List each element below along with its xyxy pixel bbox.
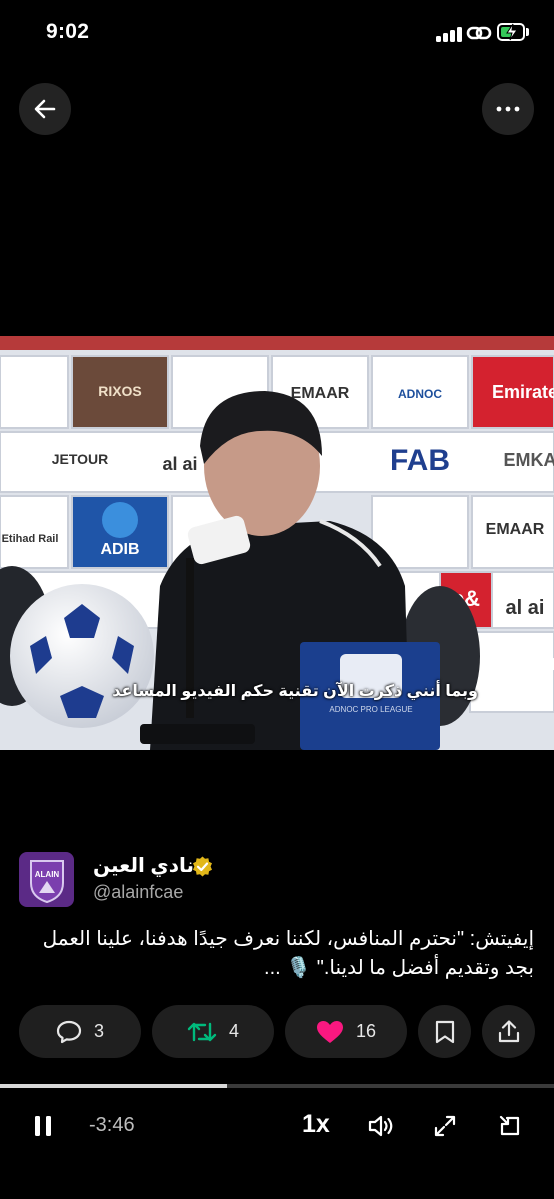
playback-speed-button[interactable]: 1x bbox=[302, 1110, 330, 1139]
repost-button[interactable]: 4 bbox=[152, 1005, 274, 1058]
svg-text:al ai: al ai bbox=[506, 597, 545, 619]
heart-icon bbox=[316, 1020, 343, 1043]
repost-count: 4 bbox=[228, 1021, 239, 1041]
reply-button[interactable]: 3 bbox=[19, 1005, 141, 1058]
time-remaining: -3:46 bbox=[89, 1114, 135, 1136]
bookmark-button[interactable] bbox=[418, 1005, 471, 1058]
pause-icon bbox=[35, 1116, 51, 1136]
battery-icon bbox=[497, 23, 525, 41]
svg-text:ADNOC PRO LEAGUE: ADNOC PRO LEAGUE bbox=[329, 705, 412, 714]
expand-icon bbox=[434, 1115, 456, 1137]
verified-badge-icon bbox=[192, 856, 213, 877]
author-avatar[interactable]: ALAIN bbox=[19, 852, 74, 907]
video-player[interactable]: Emirates RIXOS EMAAR ADNOC FAB JETOUR al… bbox=[0, 336, 554, 750]
pause-button[interactable] bbox=[28, 1108, 58, 1144]
video-caption: وبما أنني ذكرت الآن تقنية حكم الفيديو ال… bbox=[112, 683, 478, 700]
more-horizontal-icon bbox=[496, 106, 520, 112]
svg-text:Etihad Rail: Etihad Rail bbox=[2, 533, 59, 545]
share-icon bbox=[498, 1019, 519, 1042]
fullscreen-button[interactable] bbox=[428, 1108, 462, 1144]
back-button[interactable] bbox=[19, 83, 71, 135]
svg-text:FAB: FAB bbox=[390, 444, 450, 477]
share-button[interactable] bbox=[482, 1005, 535, 1058]
arrow-left-icon bbox=[34, 99, 56, 119]
svg-text:ADNOC: ADNOC bbox=[398, 387, 442, 401]
svg-text:Emirates: Emirates bbox=[492, 382, 554, 402]
playback-progress-bar[interactable] bbox=[0, 1084, 554, 1088]
like-count: 16 bbox=[355, 1021, 377, 1041]
club-crest-icon: ALAIN bbox=[29, 859, 64, 903]
author-handle[interactable]: @alainfcae bbox=[93, 882, 183, 903]
svg-text:EMAAR: EMAAR bbox=[486, 521, 545, 538]
speaker-icon bbox=[368, 1115, 393, 1137]
tweet-line-1: إيفيتش: "نحترم المنافس، لكننا نعرف جيدًا… bbox=[42, 928, 534, 950]
repost-icon bbox=[187, 1022, 217, 1041]
svg-text:EMAAR: EMAAR bbox=[291, 385, 350, 402]
pip-button[interactable] bbox=[493, 1108, 527, 1144]
volume-button[interactable] bbox=[364, 1108, 398, 1144]
svg-text:ALAIN: ALAIN bbox=[34, 870, 59, 879]
author-name[interactable]: نادي العين bbox=[93, 853, 194, 878]
bookmark-icon bbox=[435, 1020, 454, 1043]
like-button[interactable]: 16 bbox=[285, 1005, 407, 1058]
tweet-line-2: بجد وتقديم أفضل ما لدينا." 🎙️ ... bbox=[264, 957, 534, 979]
personal-hotspot-icon bbox=[466, 22, 492, 44]
battery-tip bbox=[526, 28, 529, 36]
more-options-button[interactable] bbox=[482, 83, 534, 135]
playback-progress-fill bbox=[0, 1084, 228, 1088]
svg-text:RIXOS: RIXOS bbox=[98, 383, 142, 399]
svg-text:EMKA: EMKA bbox=[504, 450, 554, 470]
reply-bubble-icon bbox=[56, 1020, 82, 1043]
svg-text:ADIB: ADIB bbox=[100, 541, 139, 558]
svg-text:al ai: al ai bbox=[162, 454, 197, 474]
cellular-signal-icon bbox=[436, 26, 462, 42]
reply-count: 3 bbox=[93, 1021, 104, 1041]
picture-in-picture-icon bbox=[499, 1115, 520, 1136]
status-time: 9:02 bbox=[46, 20, 90, 43]
svg-text:JETOUR: JETOUR bbox=[52, 451, 109, 467]
tweet-text[interactable]: إيفيتش: "نحترم المنافس، لكننا نعرف جيدًا… bbox=[22, 925, 534, 983]
